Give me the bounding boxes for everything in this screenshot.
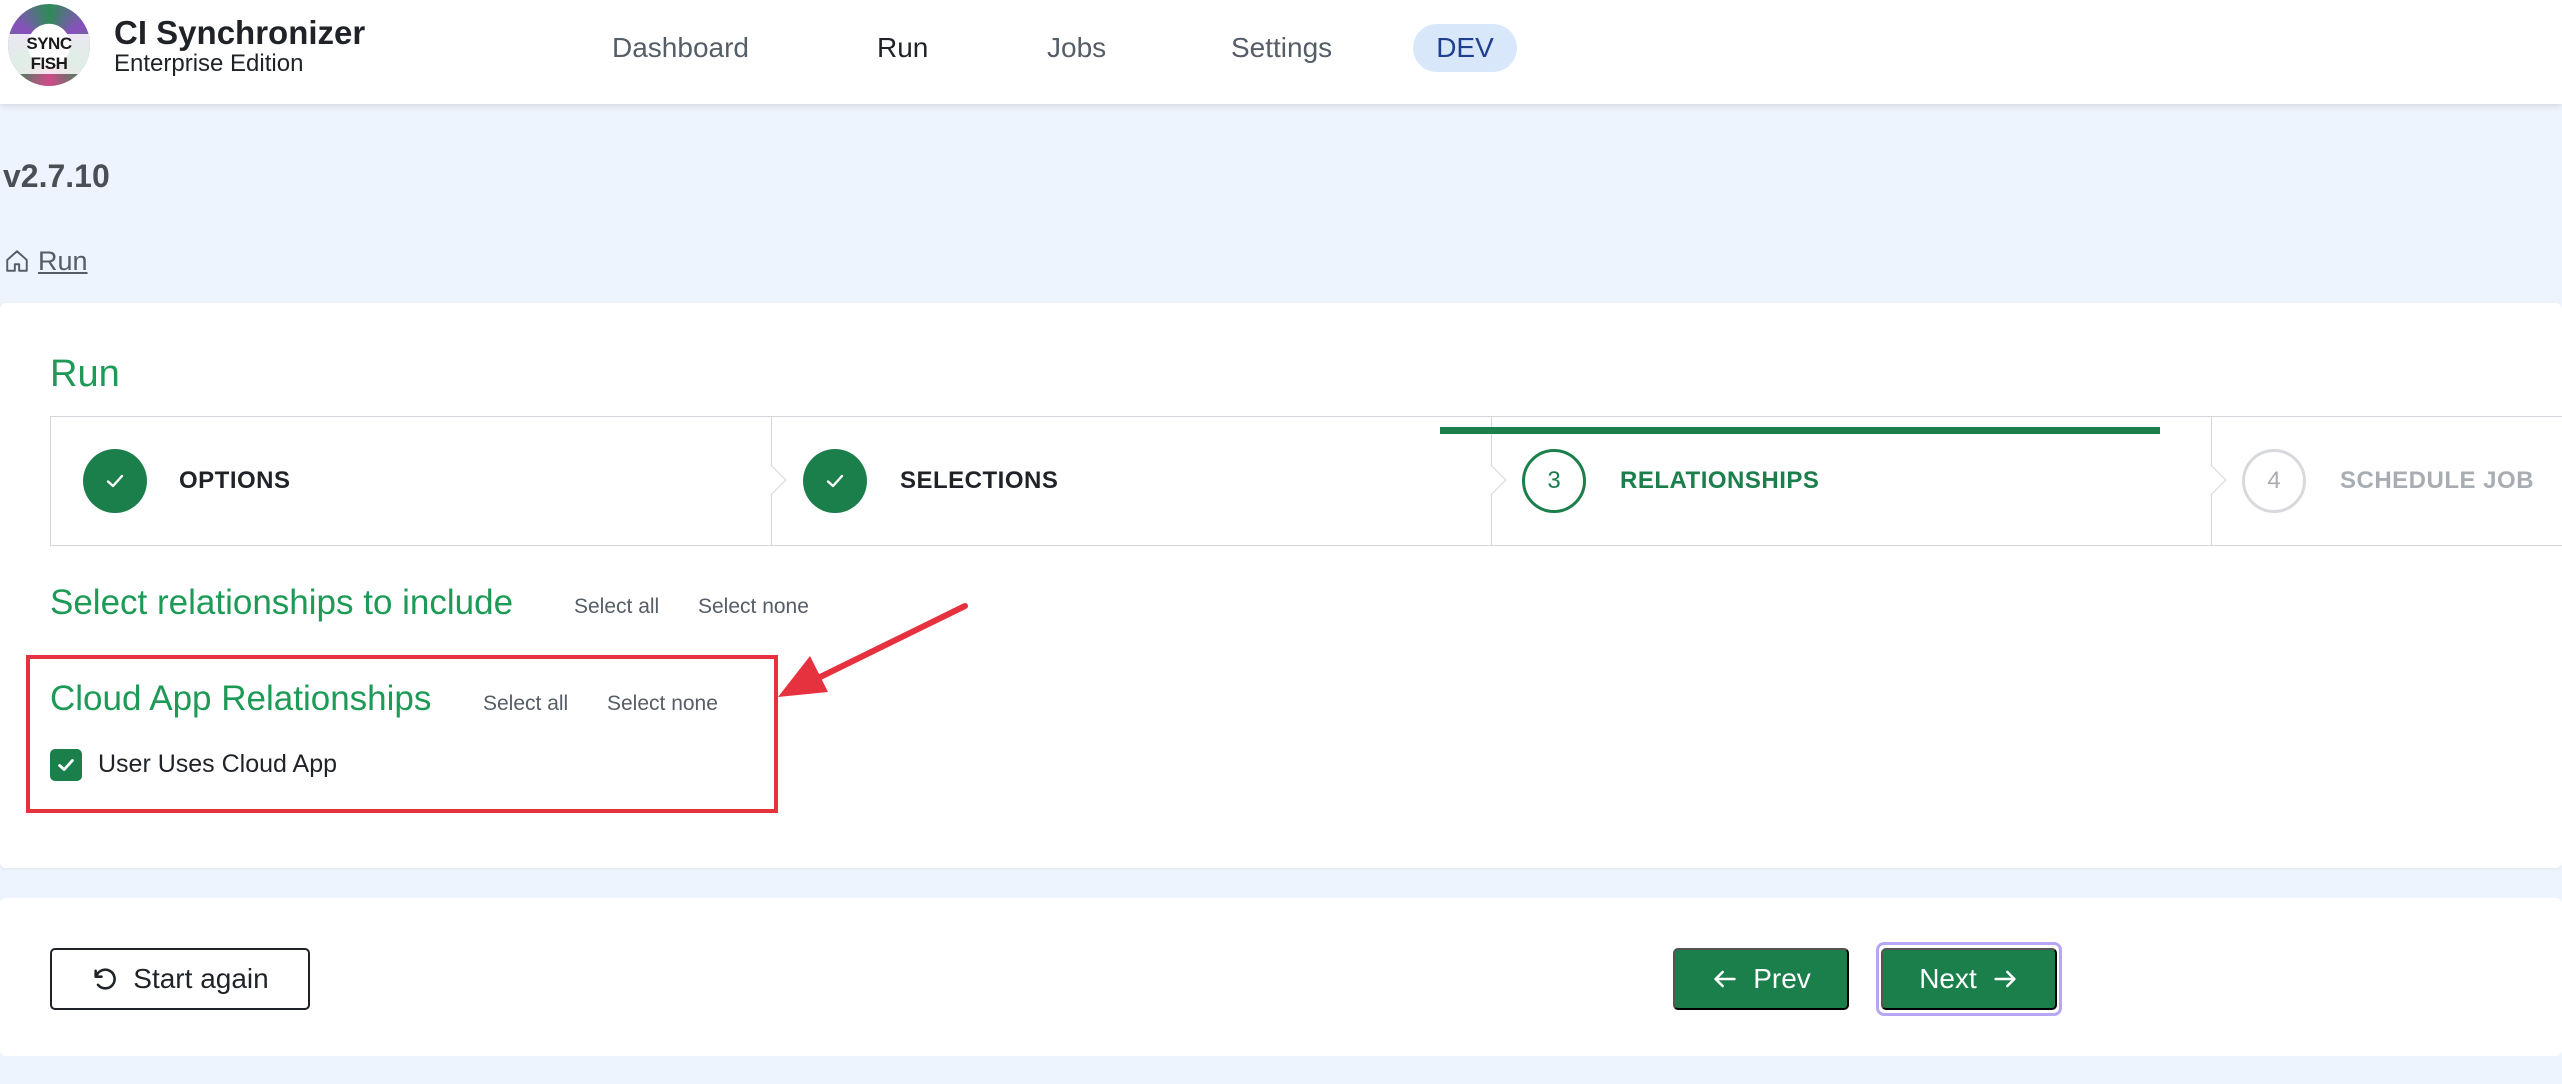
nav-run[interactable]: Run [877,32,928,64]
group-select-all-link[interactable]: Select all [483,692,568,716]
app-title: CI Synchronizer [114,14,366,51]
restart-icon [94,968,117,990]
start-again-button[interactable]: Start again [50,948,310,1010]
section-title: Select relationships to include [50,583,514,622]
breadcrumb: Run [4,244,88,278]
annotation-arrow-icon [778,603,968,697]
step-number: 4 [2242,449,2306,513]
step-number: 3 [1522,449,1586,513]
home-icon[interactable] [4,248,30,274]
check-icon [83,449,147,513]
select-all-link[interactable]: Select all [574,595,659,619]
user-uses-cloud-app-checkbox[interactable] [50,749,82,781]
breadcrumb-run[interactable]: Run [38,246,88,277]
next-label: Next [1919,963,1977,994]
nav-jobs[interactable]: Jobs [1047,32,1106,64]
prev-label: Prev [1753,963,1811,994]
top-navbar: SYNC FISH CI Synchronizer Enterprise Edi… [0,0,2562,104]
version-label: v2.7.10 [3,158,110,194]
page-title: Run [50,353,120,395]
arrow-left-icon [1714,970,1736,988]
check-icon [803,449,867,513]
footer-card: Start again Prev Next [0,898,2562,1056]
checkbox-label[interactable]: User Uses Cloud App [98,750,337,779]
step-options[interactable]: OPTIONS [51,417,771,545]
group-select-none-link[interactable]: Select none [607,692,718,716]
nav-dashboard[interactable]: Dashboard [612,32,749,64]
logo-text: SYNC FISH [8,34,90,74]
step-label: RELATIONSHIPS [1620,467,1820,494]
app-subtitle: Enterprise Edition [114,50,304,77]
step-label: SELECTIONS [900,467,1059,494]
nav-settings[interactable]: Settings [1231,32,1332,64]
prev-button[interactable]: Prev [1673,948,1849,1010]
step-schedule-job[interactable]: 4 SCHEDULE JOB [2212,417,2562,545]
env-badge: DEV [1413,24,1517,72]
step-label: OPTIONS [179,467,291,494]
check-icon [58,759,74,771]
step-selections[interactable]: SELECTIONS [772,417,1492,545]
next-button[interactable]: Next [1881,948,2057,1010]
run-card: Run OPTIONS SELECTIONS 3 RELATIONSHIPS 4… [0,303,2562,868]
start-again-label: Start again [133,963,269,994]
active-step-underline [1440,427,2160,434]
step-label: SCHEDULE JOB [2340,467,2535,494]
app-logo[interactable]: SYNC FISH [8,4,90,86]
step-relationships[interactable]: 3 RELATIONSHIPS [1492,417,2212,545]
group-title: Cloud App Relationships [50,679,432,718]
stepper: OPTIONS SELECTIONS 3 RELATIONSHIPS 4 SCH… [50,416,2562,546]
arrow-right-icon [1994,970,2016,988]
